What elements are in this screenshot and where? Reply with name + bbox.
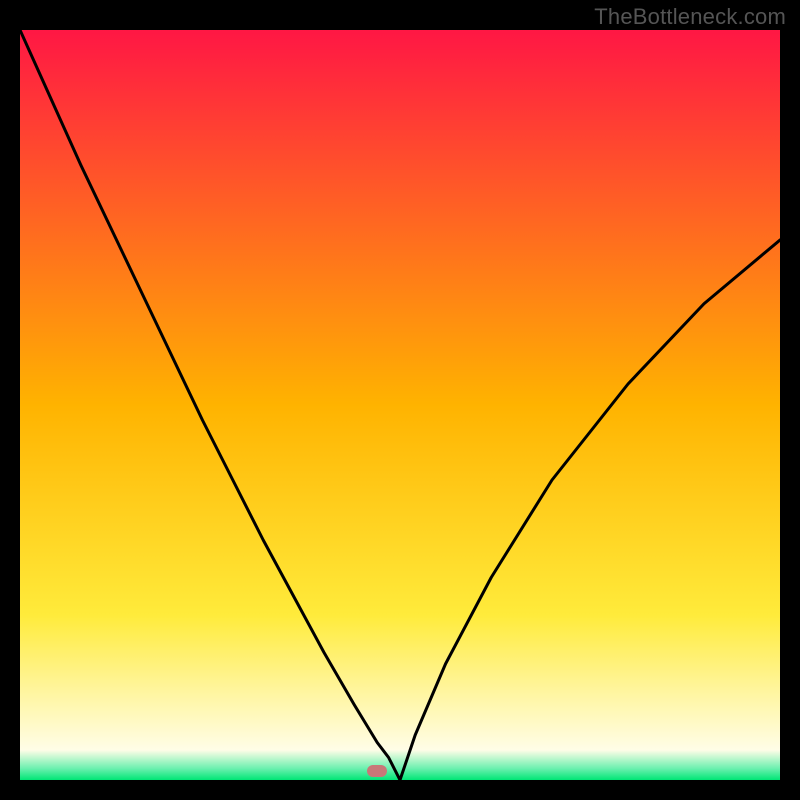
chart-background bbox=[20, 30, 780, 780]
bottleneck-chart bbox=[20, 30, 780, 780]
optimal-point-marker bbox=[367, 765, 387, 777]
attribution-text: TheBottleneck.com bbox=[594, 4, 786, 30]
